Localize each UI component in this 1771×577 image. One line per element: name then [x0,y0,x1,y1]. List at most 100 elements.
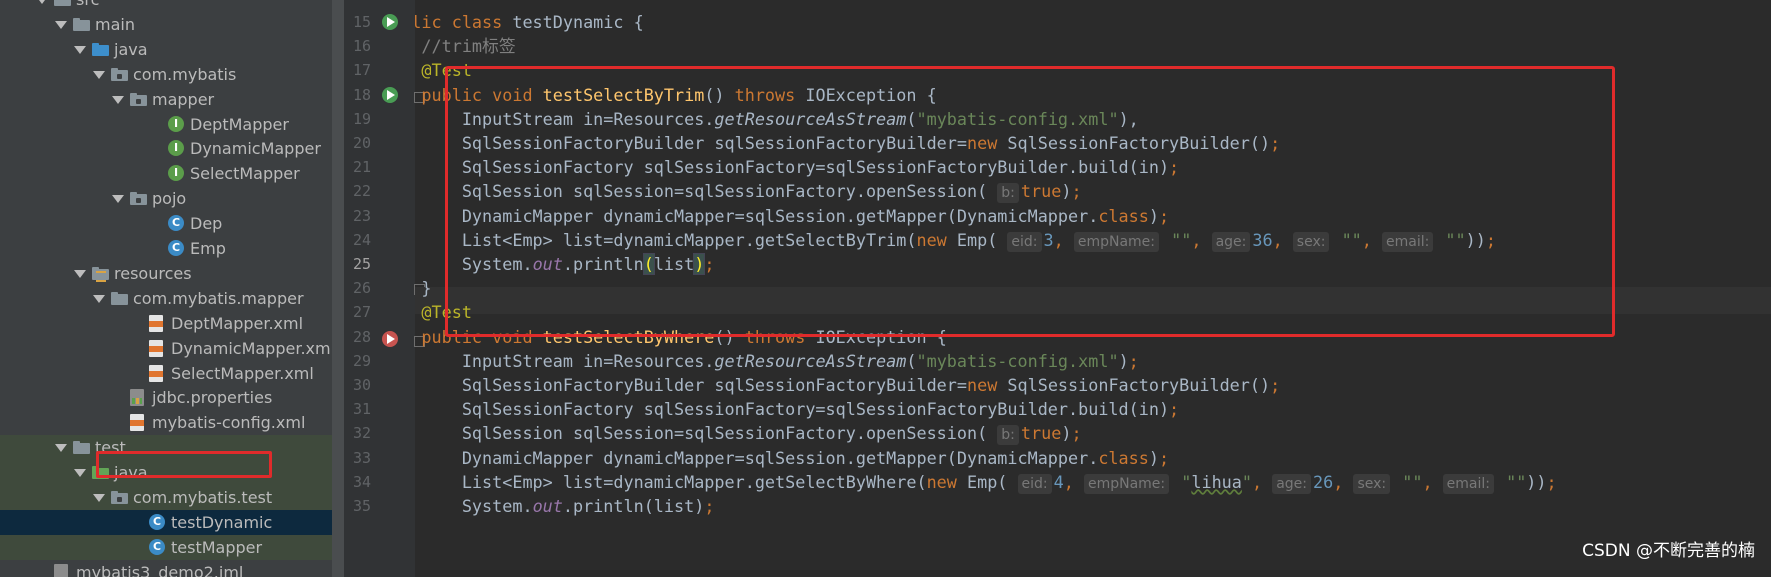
folder-icon [54,0,72,7]
code-token: , [1333,471,1354,492]
interface-icon: I [168,165,184,182]
project-tree-panel: srcmainjavacom.mybatismapperIDeptMapperI… [0,0,344,577]
code-token: Emp( [967,471,1018,492]
code-token: //trim标签 [421,36,516,57]
tree-item[interactable]: jdbc.properties [0,385,332,410]
code-token: ; [1169,399,1180,420]
code-line[interactable]: SqlSessionFactory sqlSessionFactory=sqlS… [415,396,1179,423]
tree-item[interactable]: DynamicMapper.xml [0,336,335,361]
tree-item[interactable]: C Emp [0,236,332,261]
code-token: getResourceAsStream [714,350,907,371]
code-token: DynamicMapper dynamicMapper=sqlSession.g… [415,447,1099,468]
code-line[interactable]: DynamicMapper dynamicMapper=sqlSession.g… [415,445,1169,472]
tree-item[interactable]: com.mybatis [0,62,332,87]
code-line[interactable]: } [415,275,432,302]
tree-item[interactable]: src [0,0,332,12]
package-icon [130,91,148,107]
code-token: out [532,496,563,516]
expand-arrow-icon[interactable] [74,269,86,279]
parameter-hint: age: [1272,473,1312,494]
code-line[interactable]: //trim标签 [415,33,516,60]
code-line[interactable]: public class testDynamic { [415,9,644,36]
xml-file-icon [149,314,163,332]
line-number: 21 [352,158,371,177]
expand-arrow-icon[interactable] [93,493,105,503]
code-token: SqlSessionFactoryBuilder() [1007,375,1271,395]
tree-item[interactable]: DeptMapper.xml [0,311,332,336]
tree-item[interactable]: mybatis-config.xml [0,410,332,435]
run-test-icon[interactable] [382,87,398,103]
tree-item[interactable]: mapper [0,87,332,112]
tree-item[interactable]: I SelectMapper [0,161,332,186]
run-class-icon[interactable] [382,14,398,30]
tree-item[interactable]: SelectMapper.xml [0,361,332,386]
code-token: ) [1148,447,1159,468]
expand-arrow-icon[interactable] [55,443,67,453]
run-test-failed-icon[interactable] [382,331,398,347]
code-token: public class [415,12,503,32]
tree-item[interactable]: I DynamicMapper [0,136,332,161]
code-line[interactable]: InputStream in=Resources.getResourceAsSt… [415,348,1139,375]
expand-arrow-icon[interactable] [74,45,86,55]
tree-scrollbar[interactable] [332,0,344,577]
tree-item[interactable]: com.mybatis.mapper [0,286,332,311]
tree-item[interactable]: CtestDynamic [0,509,332,535]
code-token: true [1020,423,1062,444]
watermark: CSDN @不断完善的楠 [1582,541,1755,561]
tree-item-label: java [114,39,148,59]
tree-item[interactable]: pojo [0,186,332,211]
code-token: "mybatis-config.xml" [916,350,1119,371]
line-number: 33 [352,448,371,467]
expand-arrow-icon[interactable] [74,468,86,478]
package-icon [111,489,129,505]
code-token: ; [1128,350,1139,371]
tree-item[interactable]: mybatis3_demo2.iml [0,560,332,577]
expand-arrow-icon[interactable] [55,20,67,30]
interface-icon: I [168,140,184,157]
code-token: , [1063,471,1084,492]
expand-arrow-icon[interactable] [36,0,48,5]
tree-item[interactable]: CtestMapper [0,534,332,560]
code-token: SqlSession sqlSession=sqlSessionFactory.… [415,423,998,444]
class-icon: C [168,215,184,232]
tree-item[interactable]: C Dep [0,211,332,236]
code-token: ; [1546,471,1557,492]
code-token: new [926,471,967,492]
line-number: 29 [352,351,371,370]
class-icon: C [149,538,165,555]
tree-item-label: com.mybatis.test [133,488,273,507]
code-line[interactable]: System.out.println(list); [415,493,715,520]
expand-arrow-icon[interactable] [112,194,124,204]
code-token: ) [1061,423,1072,444]
line-number: 22 [352,182,371,201]
xml-file-icon [149,364,163,382]
tree-item-label: DeptMapper [190,114,289,134]
tree-item-label: DeptMapper.xml [171,313,304,333]
parameter-hint: email: [1442,473,1494,494]
expand-arrow-icon[interactable] [93,294,105,304]
tree-item-label: main [95,14,135,34]
code-token: SqlSessionFactory sqlSessionFactory=sqlS… [415,399,1170,420]
tree-item-label: com.mybatis [133,64,237,84]
tree-item-label: jdbc.properties [152,388,273,408]
tree-item[interactable]: resources [0,261,332,286]
code-line[interactable]: SqlSessionFactoryBuilder sqlSessionFacto… [415,372,1280,399]
tree-item[interactable]: com.mybatis.test [0,485,332,510]
code-token: , [1422,471,1443,492]
code-token: } [421,278,432,299]
code-line[interactable]: List<Emp> list=dynamicMapper.getSelectBy… [415,469,1557,496]
expand-arrow-icon[interactable] [93,70,105,80]
line-number: 20 [352,134,371,152]
parameter-hint: b: [997,425,1019,446]
tree-item[interactable]: java [0,37,332,62]
tree-item-label: pojo [152,189,187,209]
tree-item[interactable]: I DeptMapper [0,112,332,137]
tree-item-label: resources [114,263,192,283]
tree-item-label: DynamicMapper [190,139,321,159]
code-token: SqlSessionFactoryBuilder sqlSessionFacto… [415,375,967,395]
code-token: ; [1071,423,1082,444]
code-line[interactable]: SqlSession sqlSession=sqlSessionFactory.… [415,420,1082,447]
tree-item[interactable]: main [0,12,332,37]
expand-arrow-icon[interactable] [112,95,124,105]
line-number: 23 [352,206,371,225]
